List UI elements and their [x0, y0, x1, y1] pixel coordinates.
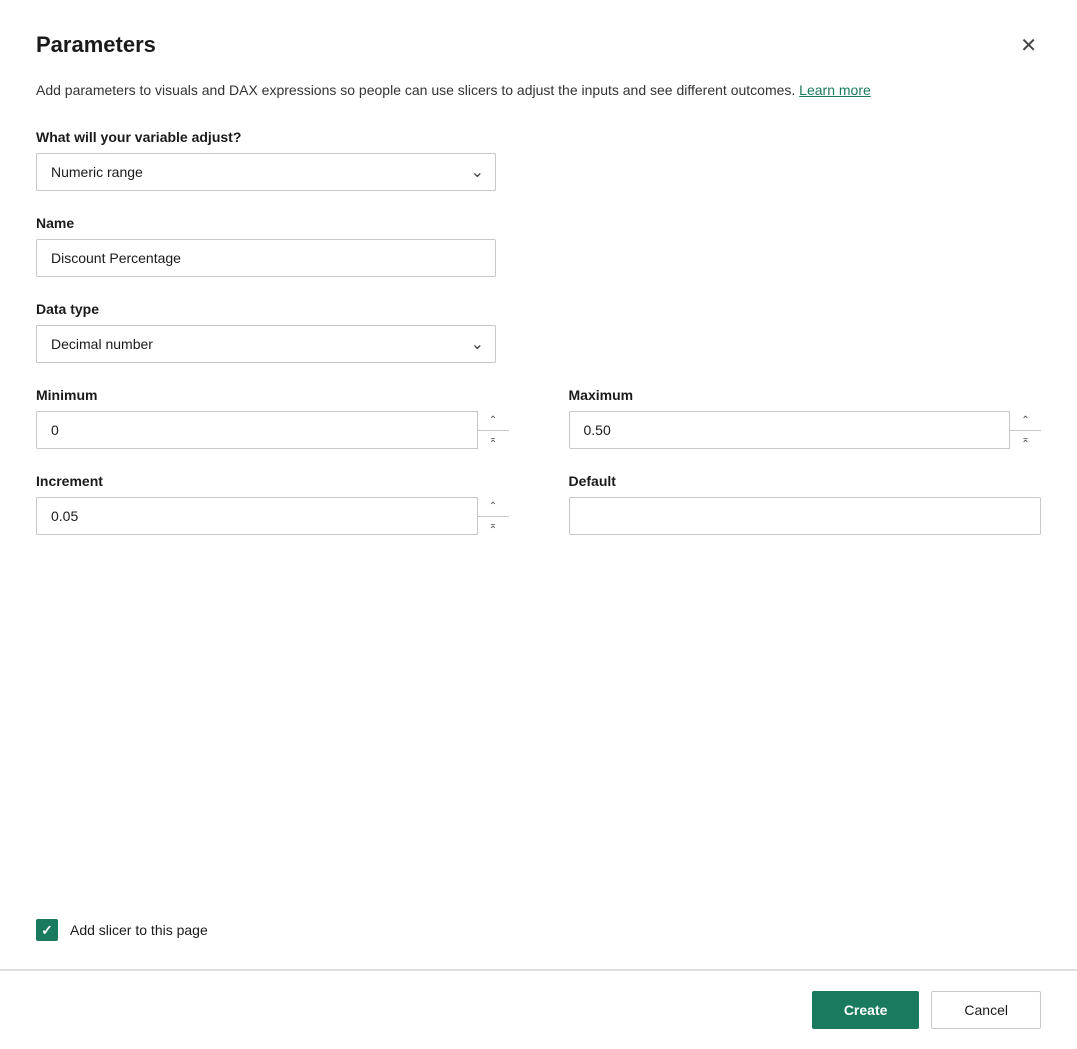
minimum-field: Minimum ⌃ ⌅	[36, 387, 509, 449]
default-field: Default	[569, 473, 1042, 535]
maximum-spin-buttons: ⌃ ⌅	[1009, 411, 1041, 449]
close-icon: ✕	[1020, 36, 1037, 56]
learn-more-link[interactable]: Learn more	[799, 82, 871, 98]
maximum-field: Maximum ⌃ ⌅	[569, 387, 1042, 449]
variable-select-wrapper: Numeric rangeList of values ⌄	[36, 153, 496, 191]
data-type-label: Data type	[36, 301, 1041, 317]
minimum-label: Minimum	[36, 387, 509, 403]
add-slicer-label[interactable]: Add slicer to this page	[70, 922, 208, 938]
min-max-row: Minimum ⌃ ⌅ Maximum ⌃ ⌅	[36, 387, 1041, 449]
maximum-spin-up[interactable]: ⌃	[1010, 411, 1041, 431]
increment-input[interactable]	[36, 497, 509, 535]
parameters-dialog: Parameters ✕ Add parameters to visuals a…	[0, 0, 1077, 1049]
default-input-wrapper	[569, 497, 1042, 535]
close-button[interactable]: ✕	[1016, 32, 1041, 60]
increment-label: Increment	[36, 473, 509, 489]
maximum-spin-down[interactable]: ⌅	[1010, 431, 1041, 450]
data-type-field-group: Data type Decimal numberWhole numberText…	[36, 301, 1041, 363]
variable-label: What will your variable adjust?	[36, 129, 1041, 145]
add-slicer-checkbox[interactable]: ✓	[36, 919, 58, 941]
default-label: Default	[569, 473, 1042, 489]
increment-input-wrapper: ⌃ ⌅	[36, 497, 509, 535]
increment-default-row: Increment ⌃ ⌅ Default	[36, 473, 1041, 535]
minimum-input[interactable]	[36, 411, 509, 449]
maximum-input[interactable]	[569, 411, 1042, 449]
variable-field-group: What will your variable adjust? Numeric …	[36, 129, 1041, 191]
dialog-footer: Create Cancel	[0, 970, 1077, 1049]
data-type-select[interactable]: Decimal numberWhole numberTextDate	[36, 325, 496, 363]
increment-field: Increment ⌃ ⌅	[36, 473, 509, 535]
minimum-spin-up[interactable]: ⌃	[478, 411, 509, 431]
checkbox-area: ✓ Add slicer to this page	[0, 891, 1077, 969]
name-field-group: Name	[36, 215, 1041, 277]
maximum-label: Maximum	[569, 387, 1042, 403]
minimum-input-wrapper: ⌃ ⌅	[36, 411, 509, 449]
cancel-button[interactable]: Cancel	[931, 991, 1041, 1029]
variable-select[interactable]: Numeric rangeList of values	[36, 153, 496, 191]
name-label: Name	[36, 215, 1041, 231]
dialog-body: Parameters ✕ Add parameters to visuals a…	[0, 0, 1077, 891]
description-main: Add parameters to visuals and DAX expres…	[36, 82, 795, 98]
description-text: Add parameters to visuals and DAX expres…	[36, 80, 886, 101]
minimum-spin-down[interactable]: ⌅	[478, 431, 509, 450]
dialog-header: Parameters ✕	[36, 32, 1041, 60]
minimum-spin-buttons: ⌃ ⌅	[477, 411, 509, 449]
checkmark-icon: ✓	[41, 923, 53, 937]
dialog-title: Parameters	[36, 32, 156, 58]
data-type-select-wrapper: Decimal numberWhole numberTextDate ⌄	[36, 325, 496, 363]
create-button[interactable]: Create	[812, 991, 920, 1029]
increment-spin-buttons: ⌃ ⌅	[477, 497, 509, 535]
increment-spin-down[interactable]: ⌅	[478, 517, 509, 536]
maximum-input-wrapper: ⌃ ⌅	[569, 411, 1042, 449]
name-input[interactable]	[36, 239, 496, 277]
increment-spin-up[interactable]: ⌃	[478, 497, 509, 517]
default-input[interactable]	[569, 497, 1042, 535]
